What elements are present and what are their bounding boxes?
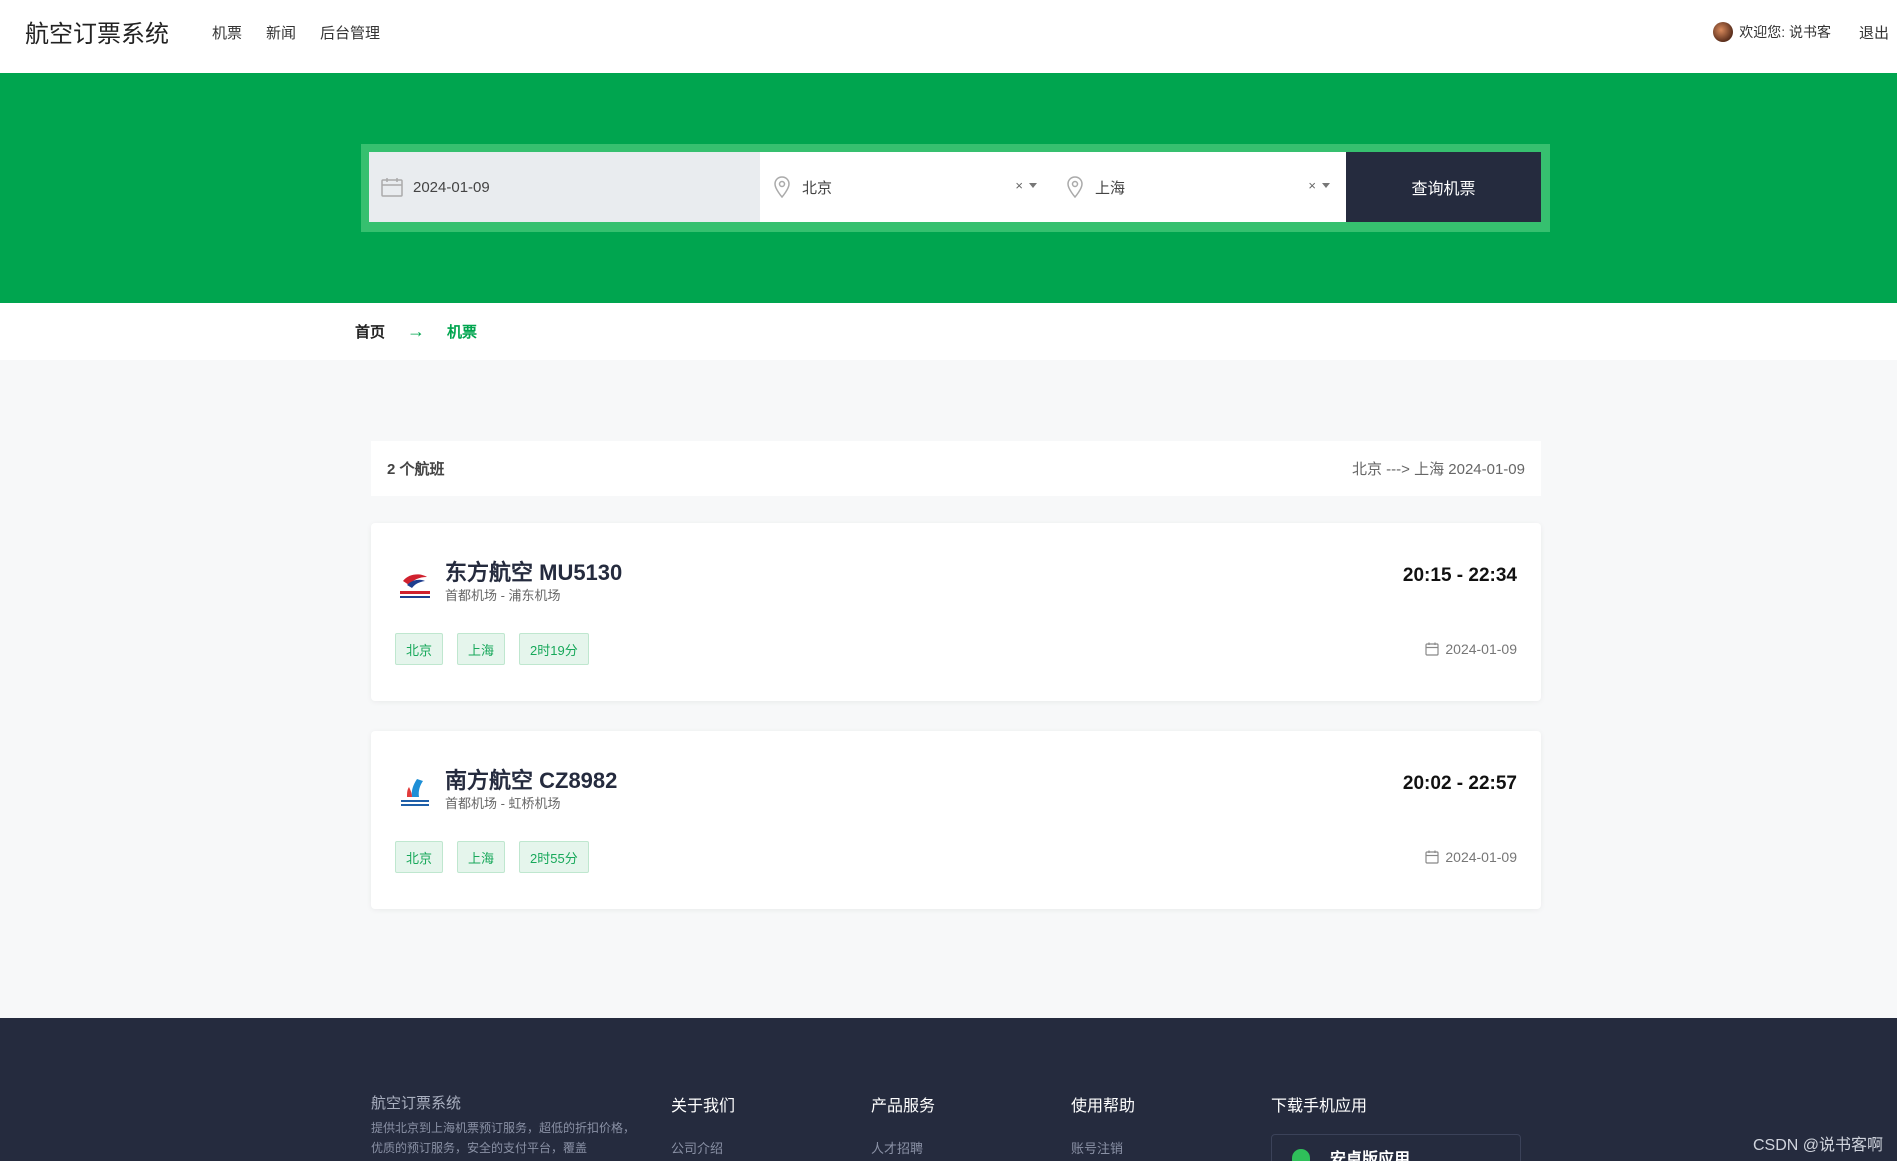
chevron-down-icon[interactable] — [1029, 183, 1037, 188]
site-footer: 航空订票系统 提供北京到上海机票预订服务，超低的折扣价格，优质的预订服务，安全的… — [0, 1018, 1897, 1161]
tag-arrival: 上海 — [457, 633, 506, 665]
footer-column-title: 使用帮助 — [1071, 1098, 1136, 1115]
top-navbar: 航空订票系统 机票 新闻 后台管理 欢迎您: 说书客 退出 — [0, 0, 1897, 73]
footer-description: 提供北京到上海机票预订服务，超低的折扣价格，优质的预订服务，安全的支付平台，覆盖 — [371, 1121, 636, 1155]
footer-column-title: 产品服务 — [871, 1098, 936, 1115]
flight-card[interactable]: 南方航空 CZ8982 首都机场 - 虹桥机场 20:02 - 22:57 北京… — [371, 731, 1541, 909]
footer-column-services: 产品服务 人才招聘 — [871, 1092, 935, 1157]
flight-date: 2024-01-09 — [1425, 641, 1517, 657]
footer-column-help: 使用帮助 账号注销 — [1071, 1092, 1135, 1157]
tag-duration: 2时19分 — [519, 633, 589, 665]
flight-date-value: 2024-01-09 — [1445, 849, 1517, 865]
departure-controls: × — [1015, 178, 1037, 193]
route-info: 北京 ---> 上海 2024-01-09 — [1352, 461, 1525, 478]
flight-tags: 北京 上海 2时55分 — [395, 841, 589, 873]
departure-city-select[interactable]: 北京 × — [760, 152, 1053, 222]
date-value: 2024-01-09 — [413, 178, 490, 196]
breadcrumb-bar: 首页 → 机票 — [0, 303, 1897, 360]
location-pin-icon — [774, 176, 790, 198]
flight-time: 20:15 - 22:34 — [1402, 565, 1517, 586]
flight-tags: 北京 上海 2时19分 — [395, 633, 589, 665]
android-icon — [1292, 1149, 1310, 1161]
location-pin-icon — [1067, 176, 1083, 198]
footer-column-download: 下载手机应用 — [1271, 1092, 1367, 1116]
main-nav: 机票 新闻 后台管理 — [212, 22, 380, 43]
calendar-icon — [1425, 850, 1439, 864]
flight-airports: 首都机场 - 浦东机场 — [445, 588, 561, 603]
calendar-icon — [381, 178, 403, 197]
china-eastern-logo-icon — [400, 574, 430, 598]
welcome-text: 欢迎您: 说书客 — [1739, 24, 1831, 40]
search-form: 2024-01-09 北京 × 上海 × 查询机票 — [361, 144, 1550, 232]
flight-time: 20:02 - 22:57 — [1402, 773, 1517, 794]
china-southern-logo-icon — [401, 779, 429, 806]
search-flights-button[interactable]: 查询机票 — [1346, 152, 1541, 222]
logout-link[interactable]: 退出 — [1859, 22, 1889, 43]
flight-date: 2024-01-09 — [1425, 849, 1517, 865]
footer-column-title: 关于我们 — [671, 1098, 736, 1115]
footer-brand: 航空订票系统 — [371, 1095, 462, 1112]
footer-link[interactable]: 账号注销 — [1071, 1138, 1135, 1157]
tag-departure: 北京 — [395, 841, 444, 873]
android-app-label: 安卓版应用 — [1330, 1151, 1411, 1161]
flight-name: 东方航空 MU5130 — [445, 560, 623, 585]
tag-departure: 北京 — [395, 633, 444, 665]
site-brand[interactable]: 航空订票系统 — [25, 14, 169, 49]
footer-column-about: 关于我们 公司介绍 — [671, 1092, 735, 1157]
nav-item-admin[interactable]: 后台管理 — [320, 22, 380, 43]
flight-date-value: 2024-01-09 — [1445, 641, 1517, 657]
clear-icon[interactable]: × — [1308, 178, 1316, 193]
arrival-city-select[interactable]: 上海 × — [1053, 152, 1346, 222]
flight-airports: 首都机场 - 虹桥机场 — [445, 796, 561, 811]
user-menu[interactable]: 欢迎您: 说书客 — [1713, 22, 1831, 42]
tag-arrival: 上海 — [457, 841, 506, 873]
footer-link[interactable]: 人才招聘 — [871, 1138, 935, 1157]
footer-link[interactable]: 公司介绍 — [671, 1138, 735, 1157]
breadcrumb-current: 机票 — [447, 324, 478, 341]
avatar — [1713, 22, 1734, 42]
android-app-button[interactable]: 安卓版应用 — [1271, 1134, 1521, 1161]
results-summary: 2 个航班 北京 ---> 上海 2024-01-09 — [371, 441, 1541, 496]
footer-column-title: 下载手机应用 — [1271, 1098, 1368, 1115]
flight-card[interactable]: 东方航空 MU5130 首都机场 - 浦东机场 20:15 - 22:34 北京… — [371, 523, 1541, 701]
chevron-down-icon[interactable] — [1322, 183, 1330, 188]
flight-name: 南方航空 CZ8982 — [445, 768, 618, 793]
watermark: CSDN @说书客啊 — [1752, 1137, 1883, 1154]
nav-item-flights[interactable]: 机票 — [212, 22, 242, 43]
calendar-icon — [1425, 642, 1439, 656]
clear-icon[interactable]: × — [1015, 178, 1023, 193]
nav-item-news[interactable]: 新闻 — [266, 22, 296, 43]
breadcrumb-home[interactable]: 首页 — [355, 321, 385, 342]
flight-count: 2 个航班 — [387, 461, 445, 478]
date-input[interactable]: 2024-01-09 — [369, 152, 760, 222]
breadcrumb: 首页 → 机票 — [355, 321, 477, 342]
arrow-right-icon: → — [407, 321, 426, 341]
tag-duration: 2时55分 — [519, 841, 589, 873]
search-hero: 2024-01-09 北京 × 上海 × 查询机票 — [0, 73, 1897, 303]
arrival-controls: × — [1308, 178, 1330, 193]
